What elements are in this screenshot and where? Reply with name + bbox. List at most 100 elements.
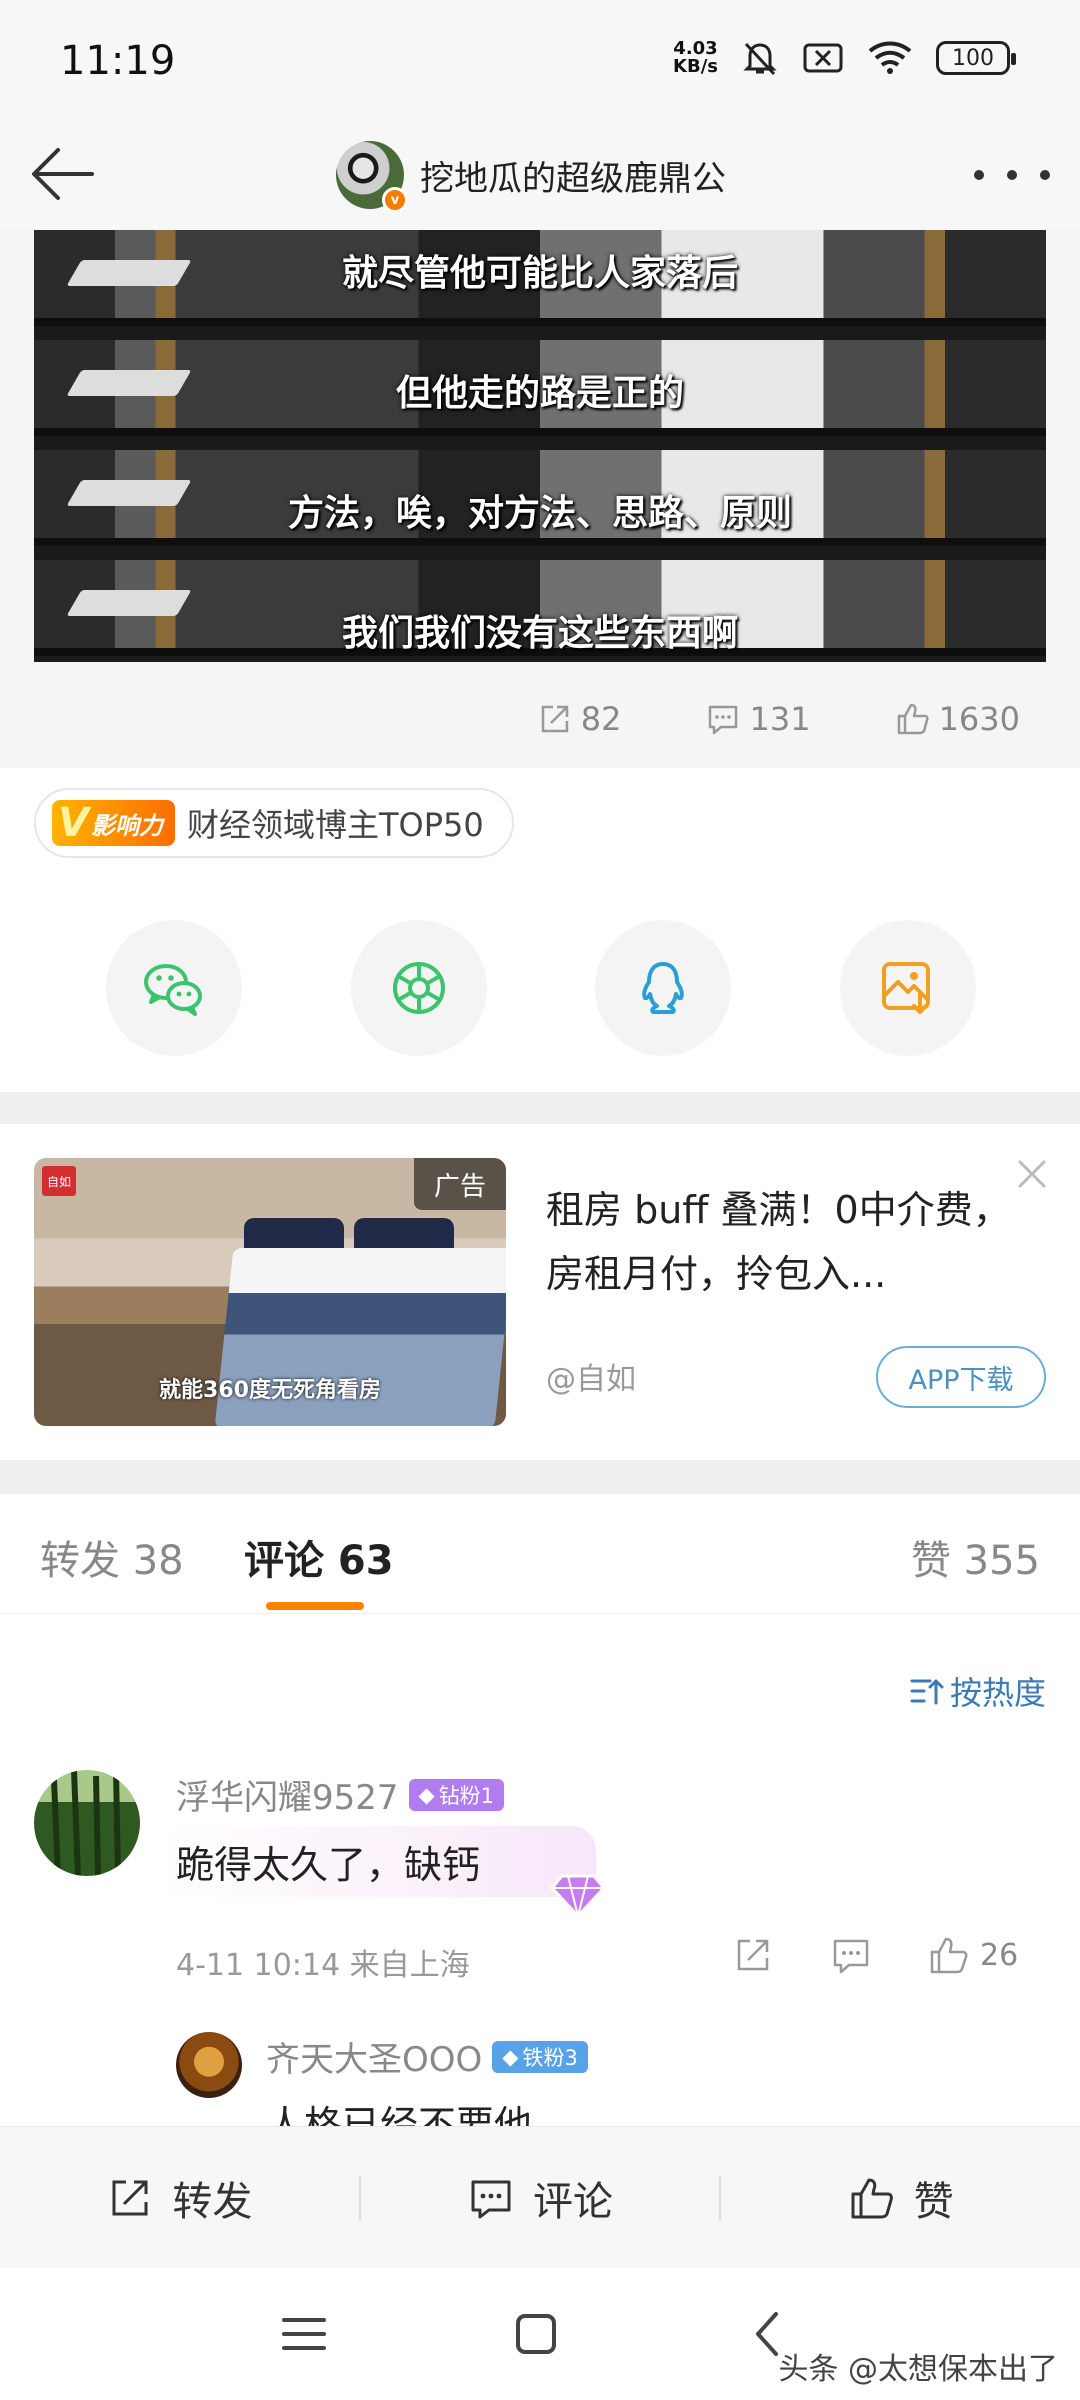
comment-text[interactable]: 跪得太久了，缺钙: [156, 1826, 596, 1897]
repost-icon[interactable]: [732, 1934, 774, 1976]
sort-by-hot-button[interactable]: 按热度: [908, 1668, 1046, 1714]
status-bar: 11:19 4.03 KB/s 100: [0, 0, 1080, 120]
wifi-icon: [868, 41, 912, 74]
qq-icon: [642, 962, 685, 1014]
video-caption: 就尽管他可能比人家落后: [341, 253, 738, 294]
influence-badge[interactable]: V 影响力 财经领域博主TOP50: [34, 788, 514, 858]
diamond-icon: ◆: [502, 2044, 519, 2069]
comment-stat[interactable]: 131: [705, 700, 811, 738]
commenter-name[interactable]: 浮华闪耀9527 ◆ 钻粉1: [176, 1770, 505, 1819]
save-image-icon: [881, 962, 930, 1014]
top-bar: v 挖地瓜的超级鹿鼎公: [0, 120, 1080, 230]
repost-label: 转发: [172, 2178, 253, 2225]
tab-repost[interactable]: 转发 38: [40, 1528, 184, 1586]
share-moments-button[interactable]: [350, 920, 487, 1056]
sort-label: 按热度: [949, 1674, 1046, 1712]
close-icon[interactable]: [1014, 1156, 1050, 1192]
influence-logo: V 影响力: [52, 800, 175, 846]
ad-tag: 广告: [414, 1158, 506, 1210]
ad-brand-logo: 自如: [42, 1166, 76, 1196]
reply-avatar[interactable]: [176, 2032, 242, 2098]
reply-text[interactable]: 人格已经不要他: [266, 2094, 532, 2126]
video-caption: 方法，唉，对方法、思路、原则: [287, 493, 792, 534]
sim-off-icon: [803, 43, 843, 73]
post-area: 就尽管他可能比人家落后 但他走的路是正的 方法，唉，对方法、思路、原则 我们我们…: [0, 230, 1080, 768]
reply-icon[interactable]: [830, 1934, 872, 1976]
ad-title[interactable]: 租房 buff 叠满！0中介费，房租月付，拎包入...: [546, 1178, 1026, 1306]
comment-actions: 26: [732, 1934, 1018, 1976]
diamond-badge-icon: [550, 1874, 606, 1919]
like-count: 1630: [938, 700, 1020, 738]
tab-comment[interactable]: 评论 63: [244, 1528, 394, 1586]
like-button[interactable]: 赞: [721, 2169, 1080, 2227]
diamond-icon: ◆: [418, 1782, 435, 1807]
reply-username[interactable]: 齐天大圣OOO: [266, 2032, 482, 2081]
verified-badge: v: [382, 187, 408, 213]
post-stats: 82 131 1630: [537, 700, 1020, 738]
home-icon[interactable]: [510, 2308, 562, 2360]
fan-badge: ◆ 钻粉1: [408, 1778, 505, 1811]
comment-count: 131: [749, 700, 811, 738]
battery-indicator: 100: [936, 41, 1016, 75]
share-qq-button[interactable]: [595, 920, 732, 1056]
bell-muted-icon: [743, 42, 777, 76]
status-icons: 4.03 KB/s 100: [673, 38, 1016, 78]
app-download-button[interactable]: APP下载: [876, 1346, 1046, 1408]
section-divider: [0, 1092, 1080, 1124]
fan-badge: ◆ 铁粉3: [492, 2040, 588, 2073]
watermark: 头条 @太想保本出了: [778, 2352, 1058, 2387]
ad-source[interactable]: @自如: [546, 1354, 636, 1398]
wechat-icon: [144, 964, 202, 1016]
video-frame[interactable]: 就尽管他可能比人家落后 但他走的路是正的 方法，唉，对方法、思路、原则 我们我们…: [34, 230, 1046, 662]
comment-like-count: 26: [980, 1937, 1019, 1973]
net-speed: 4.03 KB/s: [673, 40, 718, 76]
active-tab-indicator: [266, 1602, 364, 1610]
comment-like[interactable]: 26: [928, 1934, 1018, 1976]
share-row: [106, 920, 976, 1056]
fan-badge-label: 钻粉1: [438, 1783, 495, 1808]
menu-icon[interactable]: [278, 2308, 330, 2360]
comment-tabs: 转发 38 评论 63 赞 355: [0, 1494, 1080, 1614]
author-header[interactable]: v 挖地瓜的超级鹿鼎公: [336, 130, 726, 220]
thumbs-up-icon: [897, 703, 929, 735]
repost-button[interactable]: 转发: [0, 2169, 359, 2227]
ad-image[interactable]: 自如 广告 就能360度无死角看房: [34, 1158, 506, 1426]
comment-icon: [471, 2180, 511, 2218]
comment-button[interactable]: 评论: [361, 2169, 720, 2227]
back-arrow-icon[interactable]: [22, 132, 106, 216]
tab-like[interactable]: 赞 355: [911, 1528, 1040, 1586]
video-caption: 但他走的路是正的: [395, 373, 684, 414]
reply-item: 齐天大圣OOO ◆ 铁粉3 人格已经不要他: [0, 2032, 1080, 2126]
status-time: 11:19: [60, 38, 176, 84]
comment-text-content: 跪得太久了，缺钙: [176, 1843, 481, 1887]
ad-card[interactable]: 自如 广告 就能360度无死角看房 租房 buff 叠满！0中介费，房租月付，拎…: [0, 1124, 1080, 1460]
moments-icon: [392, 962, 445, 1014]
more-options-icon[interactable]: [974, 150, 1050, 200]
influence-label: 财经领域博主TOP50: [186, 806, 484, 844]
influence-section: V 影响力 财经领域博主TOP50: [0, 768, 1080, 1092]
comment-item: 浮华闪耀9527 ◆ 钻粉1 跪得太久了，缺钙 4-11 10:14 来自上海 …: [0, 1770, 1080, 2010]
repost-count: 82: [580, 700, 622, 738]
commenter-avatar[interactable]: [34, 1770, 140, 1876]
comment-icon: [709, 705, 738, 735]
system-nav-bar: 头条 @太想保本出了: [0, 2268, 1080, 2400]
net-speed-unit: KB/s: [673, 56, 718, 77]
section-divider: [0, 1460, 1080, 1494]
like-label: 赞: [913, 2178, 954, 2225]
save-image-button[interactable]: [839, 920, 976, 1056]
reply-name[interactable]: 齐天大圣OOO ◆ 铁粉3: [266, 2032, 588, 2081]
commenter-username[interactable]: 浮华闪耀9527: [176, 1770, 399, 1819]
author-avatar[interactable]: v: [336, 141, 408, 213]
ad-image-caption: 就能360度无死角看房: [159, 1378, 381, 1403]
thumbs-up-icon: [930, 1937, 968, 1974]
share-wechat-button[interactable]: [106, 920, 242, 1056]
like-stat[interactable]: 1630: [895, 700, 1020, 738]
thumbs-up-icon: [851, 2178, 893, 2218]
fan-badge-label: 铁粉3: [522, 2045, 578, 2070]
sort-icon: [910, 1679, 944, 1705]
repost-stat[interactable]: 82: [537, 700, 622, 738]
bottom-action-bar: 转发 评论 赞: [0, 2126, 1080, 2268]
video-caption: 我们我们没有这些东西啊: [341, 613, 738, 654]
repost-icon: [112, 2180, 148, 2215]
author-name[interactable]: 挖地瓜的超级鹿鼎公: [420, 151, 726, 200]
